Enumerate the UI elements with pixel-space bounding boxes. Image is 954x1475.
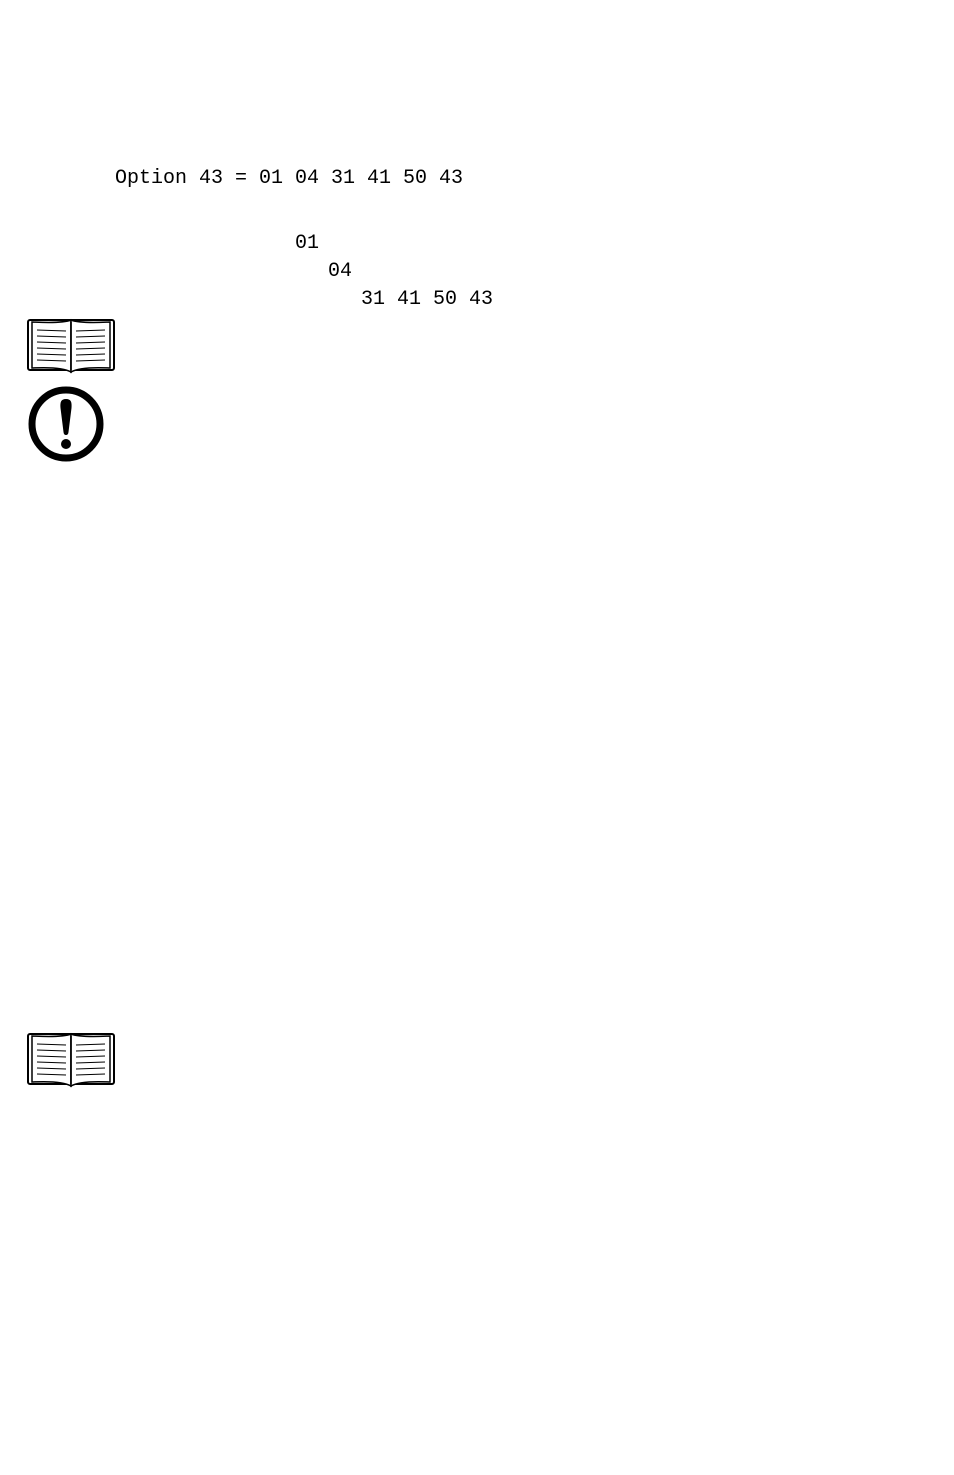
exclamation-circle-icon	[26, 384, 106, 464]
byte-04: 04	[328, 260, 352, 284]
book-icon	[26, 1030, 116, 1088]
option-line: Option 43 = 01 04 31 41 50 43	[115, 167, 463, 191]
page: Option 43 = 01 04 31 41 50 43 01 04 31 4…	[0, 0, 954, 1475]
hex-sequence: 31 41 50 43	[361, 288, 493, 312]
book-icon	[26, 316, 116, 374]
byte-01: 01	[295, 232, 319, 256]
